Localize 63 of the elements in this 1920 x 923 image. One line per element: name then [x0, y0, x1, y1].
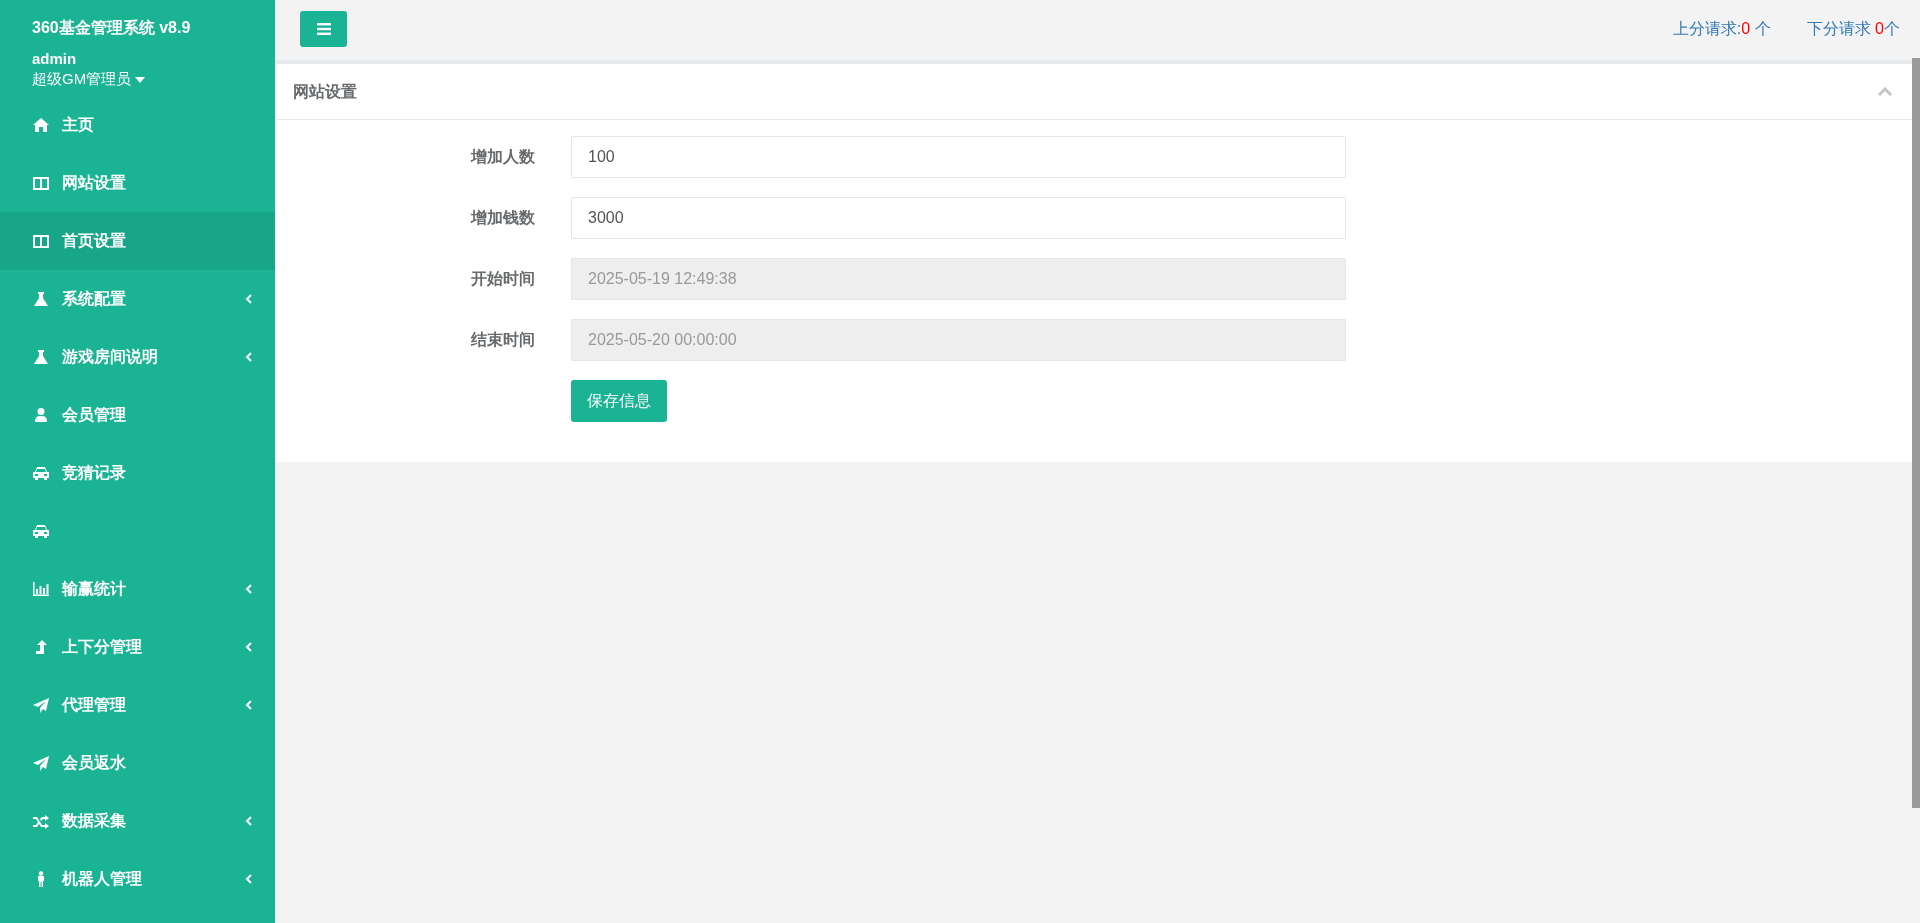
- field-label: 开始时间: [470, 269, 536, 289]
- menu-label: 会员返水: [62, 753, 126, 773]
- menu-label: 游戏房间说明: [62, 347, 158, 367]
- menu-item[interactable]: 会员返水: [0, 734, 275, 792]
- scrollbar[interactable]: [1912, 58, 1920, 808]
- menu-label: 数据采集: [62, 811, 126, 831]
- menu-item[interactable]: 代理管理: [0, 676, 275, 734]
- car-icon: [32, 523, 50, 539]
- chevron-left-icon: [245, 351, 253, 363]
- menu-label: 首页设置: [62, 231, 126, 251]
- chevron-left-icon: [245, 641, 253, 653]
- user-name: admin: [32, 50, 78, 68]
- menu-item[interactable]: 系统配置: [0, 270, 275, 328]
- columns-icon: [32, 175, 50, 191]
- user-icon: [32, 407, 50, 423]
- save-button[interactable]: 保存信息: [571, 380, 667, 422]
- paper-plane-icon: [32, 697, 50, 713]
- role-dropdown[interactable]: 超级GM管理员: [32, 68, 275, 89]
- panel-title: 网站设置: [293, 81, 357, 102]
- field-label: 增加钱数: [469, 208, 536, 228]
- flask-icon: [32, 291, 50, 307]
- menu-item[interactable]: 网站设置: [0, 154, 275, 212]
- columns-icon: [32, 233, 50, 249]
- flask-icon: [32, 349, 50, 365]
- input-field[interactable]: 100: [571, 136, 1346, 178]
- paper-plane-icon: [32, 755, 50, 771]
- shuffle-icon: [32, 813, 50, 829]
- home-icon: [32, 117, 50, 133]
- app-title: 360基金管理系统 v8.9: [32, 18, 192, 38]
- menu-item[interactable]: 游戏房间说明: [0, 328, 275, 386]
- field-label: 结束时间: [470, 330, 536, 350]
- caret-icon: [135, 77, 146, 84]
- menu-button[interactable]: [300, 11, 347, 47]
- menu-item[interactable]: 机器人管理: [0, 850, 275, 908]
- menu-label: 系统配置: [62, 289, 126, 309]
- bar-chart-icon: [32, 581, 50, 597]
- menu-item[interactable]: 上下分管理: [0, 618, 275, 676]
- menu-label: 上下分管理: [62, 637, 142, 657]
- menu-label: 会员管理: [62, 405, 126, 425]
- chevron-left-icon: [245, 583, 253, 595]
- menu-label: 网站设置: [62, 173, 126, 193]
- chevron-left-icon: [245, 873, 253, 885]
- menu-item[interactable]: 首页设置: [0, 212, 275, 270]
- menu-label: 输赢统计: [62, 579, 126, 599]
- request-link[interactable]: 下分请求 0个: [1806, 17, 1900, 41]
- menu-item[interactable]: 输赢统计: [0, 560, 275, 618]
- menu-item[interactable]: 竞猜记录: [0, 444, 275, 502]
- chevron-left-icon: [245, 815, 253, 827]
- field-label: 增加人数: [469, 147, 536, 167]
- request-link[interactable]: 上分请求:0 个: [1672, 17, 1771, 41]
- menu-item[interactable]: 会员管理: [0, 386, 275, 444]
- menu-label: 代理管理: [62, 695, 126, 715]
- menu-icon: [316, 23, 331, 35]
- menu-label: 竞猜记录: [62, 463, 126, 483]
- chevron-left-icon: [245, 293, 253, 305]
- menu-label: 机器人管理: [62, 869, 142, 889]
- menu-item[interactable]: 数据采集: [0, 792, 275, 850]
- collapse-icon[interactable]: [1878, 86, 1892, 97]
- car-icon: [32, 465, 50, 481]
- chevron-left-icon: [245, 699, 253, 711]
- menu-label: 主页: [62, 115, 94, 135]
- input-field[interactable]: 3000: [571, 197, 1346, 239]
- menu-item[interactable]: 主页: [0, 96, 275, 154]
